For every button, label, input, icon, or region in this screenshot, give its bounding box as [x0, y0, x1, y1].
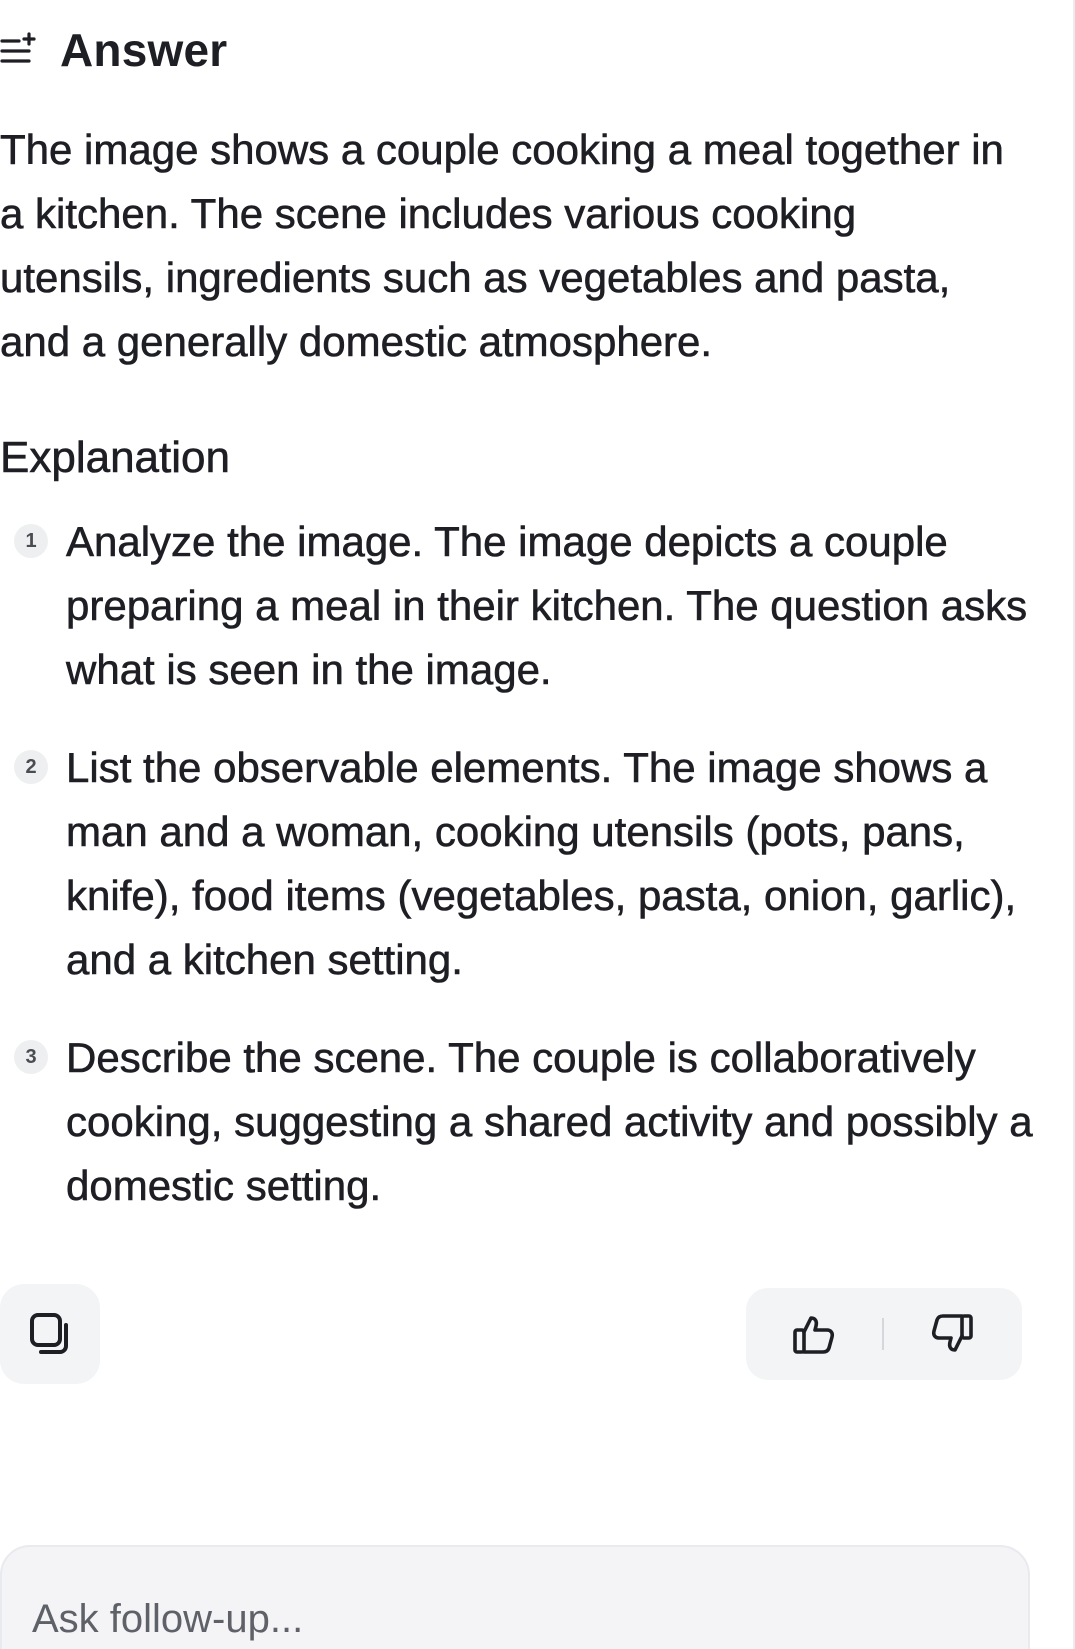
answer-title: Answer [60, 24, 228, 76]
thumbs-down-icon [931, 1314, 973, 1352]
step-number-badge: 1 [14, 524, 48, 558]
copy-icon [30, 1313, 68, 1354]
step-text: Describe the scene. The couple is collab… [66, 1034, 1033, 1210]
step-number-badge: 3 [14, 1040, 48, 1074]
thumbs-down-button[interactable] [884, 1288, 1020, 1380]
step-number-badge: 2 [14, 750, 48, 784]
step-text: Analyze the image. The image depicts a c… [66, 518, 1028, 694]
answer-sparkle-icon [0, 32, 36, 63]
answer-header: Answer [0, 20, 227, 80]
thumbs-up-icon [793, 1316, 835, 1354]
followup-input[interactable] [32, 1589, 932, 1649]
thumbs-up-button[interactable] [746, 1288, 882, 1380]
explanation-step: 2 List the observable elements. The imag… [0, 736, 1040, 992]
explanation-steps: 1 Analyze the image. The image depicts a… [0, 510, 1040, 1252]
step-text: List the observable elements. The image … [66, 744, 1017, 984]
explanation-step: 3 Describe the scene. The couple is coll… [0, 1026, 1040, 1218]
followup-box [0, 1545, 1030, 1649]
copy-button[interactable] [0, 1284, 100, 1384]
explanation-heading: Explanation [0, 433, 230, 483]
feedback-group [746, 1288, 1022, 1380]
answer-text: The image shows a couple cooking a meal … [0, 126, 1004, 366]
explanation-step: 1 Analyze the image. The image depicts a… [0, 510, 1040, 702]
